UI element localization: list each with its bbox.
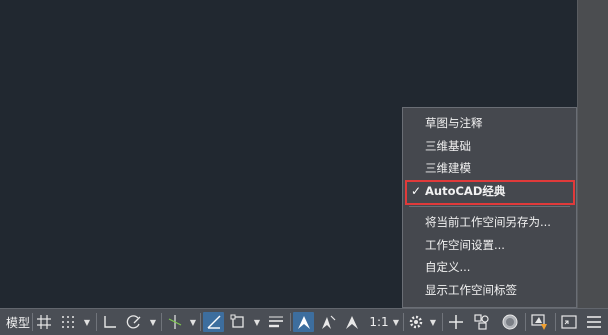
status-bar: 模型 ▼ ▼ ▼ ▼ 1:1 ▼ ▼ (0, 308, 608, 335)
check-icon: ✓ (411, 183, 422, 198)
lineweight-icon[interactable] (266, 312, 286, 332)
full-screen-icon[interactable] (559, 312, 579, 332)
menu-save-workspace-as[interactable]: 将当前工作空间另存为... (403, 211, 576, 234)
chevron-down-icon[interactable]: ▼ (188, 312, 198, 332)
status-separator (525, 313, 526, 331)
status-separator (161, 313, 162, 331)
menu-separator (409, 206, 570, 207)
annotation-visibility-icon[interactable] (293, 312, 314, 332)
scale-value[interactable]: 1:1 (367, 312, 391, 332)
snap-dots-icon[interactable] (58, 312, 78, 332)
chevron-down-icon[interactable]: ▼ (252, 312, 262, 332)
plus-icon[interactable] (446, 312, 466, 332)
status-separator (555, 313, 556, 331)
workspace-item-autocad-classic[interactable]: ✓ AutoCAD经典 (403, 180, 576, 203)
chevron-down-icon[interactable]: ▼ (428, 312, 438, 332)
hardware-acceleration-icon[interactable] (500, 312, 520, 332)
chevron-down-icon[interactable]: ▼ (82, 312, 92, 332)
object-snap-tracking-icon[interactable] (203, 312, 224, 332)
grid-icon[interactable] (35, 312, 53, 332)
menu-icon[interactable] (584, 312, 604, 332)
workspace-item-3d-modeling[interactable]: 三维建模 (403, 157, 576, 180)
workspace-menu: 草图与注释 三维基础 三维建模 ✓ AutoCAD经典 将当前工作空间另存为..… (402, 107, 577, 308)
chevron-down-icon[interactable]: ▼ (391, 312, 401, 332)
isodraft-icon[interactable] (165, 312, 185, 332)
isolate-objects-icon[interactable] (472, 312, 492, 332)
auto-scale-icon[interactable] (318, 312, 338, 332)
status-separator (32, 313, 33, 331)
status-separator (442, 313, 443, 331)
annotation-scale-icon[interactable] (342, 312, 362, 332)
vertical-scrollbar[interactable] (577, 0, 608, 308)
status-separator (200, 313, 201, 331)
object-snap-icon[interactable] (228, 312, 248, 332)
status-separator (290, 313, 291, 331)
ortho-icon[interactable] (100, 312, 120, 332)
model-space-button[interactable]: 模型 (4, 312, 32, 332)
polar-tracking-icon[interactable] (124, 312, 144, 332)
status-separator (403, 313, 404, 331)
clean-screen-warning-icon[interactable] (529, 312, 549, 332)
menu-customize[interactable]: 自定义... (403, 256, 576, 279)
menu-show-workspace-label[interactable]: 显示工作空间标签 (403, 279, 576, 302)
gear-icon[interactable] (406, 312, 426, 332)
chevron-down-icon[interactable]: ▼ (148, 312, 158, 332)
menu-workspace-settings[interactable]: 工作空间设置... (403, 234, 576, 257)
status-separator (96, 313, 97, 331)
workspace-item-sketch-annotation[interactable]: 草图与注释 (403, 112, 576, 135)
workspace-item-3d-basics[interactable]: 三维基础 (403, 135, 576, 158)
